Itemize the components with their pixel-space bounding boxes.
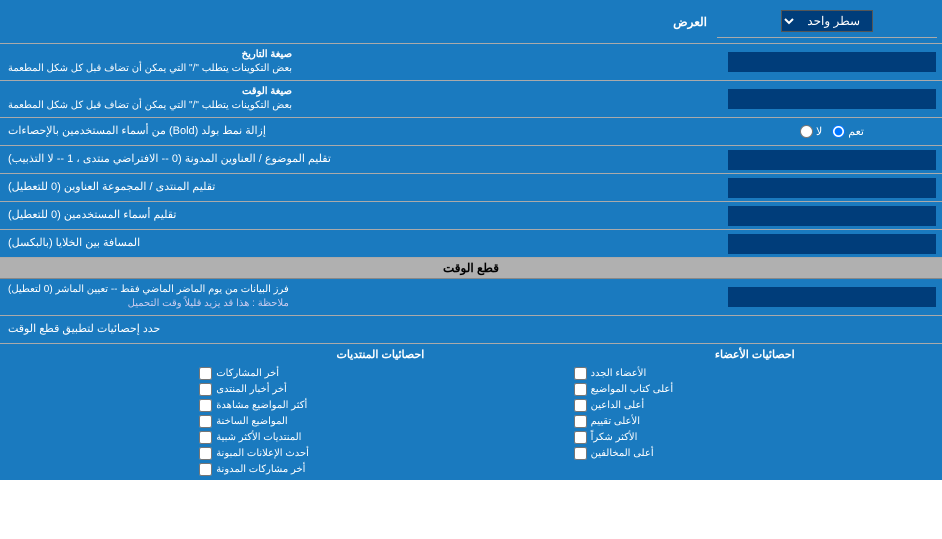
date-format-input-cell: d-m (722, 44, 942, 80)
new-members-checkbox[interactable] (574, 367, 587, 380)
radio-no-text: لا (816, 125, 822, 138)
top-violators-checkbox[interactable] (574, 447, 587, 460)
usernames-input[interactable]: 0 (728, 206, 936, 226)
most-thanks-checkbox[interactable] (574, 431, 587, 444)
blog-posts-checkbox[interactable] (199, 463, 212, 476)
time-format-label: صيغة الوقت بعض التكوينات يتطلب "/" التي … (0, 81, 722, 117)
header-row: سطر واحد سطرين ثلاثة أسطر العرض (0, 0, 942, 44)
check-latest-posts: أخر المشاركات (199, 367, 561, 380)
latest-announcements-label: أحدث الإعلانات المبونة (216, 448, 309, 459)
radio-no[interactable] (800, 125, 813, 138)
check-most-viewed: أكثر المواضيع مشاهدة (199, 399, 561, 412)
cell-spacing-input-cell: 2 (722, 230, 942, 257)
cutoff-row: 0 فرز البيانات من يوم الماضر الماضي فقط … (0, 279, 942, 316)
time-format-sublabel: بعض التكوينات يتطلب "/" التي يمكن أن تضا… (8, 99, 292, 113)
col-members-stats: احصائيات الأعضاء الأعضاء الجدد أعلى كتاب… (568, 348, 942, 476)
cutoff-section-title: قطع الوقت (0, 258, 942, 279)
top-rated-checkbox[interactable] (574, 415, 587, 428)
bold-radio-input-cell: تعم لا (722, 118, 942, 145)
cutoff-note: ملاحظة : هذا قد يزيد قليلاً وقت التحميل (8, 297, 289, 311)
col2-title: احصائيات الأعضاء (574, 348, 936, 361)
most-similar-label: المنتديات الأكثر شبية (216, 432, 301, 443)
forum-titles-label: تقليم المنتدى / المجموعة العناوين (0 للت… (0, 174, 722, 201)
cutoff-input[interactable]: 0 (728, 287, 936, 307)
check-latest-announcements: أحدث الإعلانات المبونة (199, 447, 561, 460)
header-title: العرض (5, 15, 717, 29)
cutoff-input-cell: 0 (722, 279, 942, 315)
cutoff-main-label: فرز البيانات من يوم الماضر الماضي فقط --… (8, 283, 289, 297)
col-forum-stats: احصائيات المنتديات أخر المشاركات أخر أخب… (193, 348, 567, 476)
date-format-input[interactable]: d-m (728, 52, 936, 72)
check-top-topic-writers: أعلى كتاب المواضيع (574, 383, 936, 396)
date-format-label: صيغة التاريخ بعض التكوينات يتطلب "/" الت… (0, 44, 722, 80)
date-format-row: d-m صيغة التاريخ بعض التكوينات يتطلب "/"… (0, 44, 942, 81)
cell-spacing-label: المسافة بين الخلايا (بالبكسل) (0, 230, 722, 257)
top-rated-label: الأعلى تقييم (591, 416, 640, 427)
blog-posts-label: أخر مشاركات المدونة (216, 464, 305, 475)
bold-label: إزالة نمط بولد (Bold) من أسماء المستخدمي… (0, 118, 722, 145)
top-inviters-label: أعلى الداعين (591, 400, 645, 411)
check-top-violators: أعلى المخالفين (574, 447, 936, 460)
check-most-similar: المنتديات الأكثر شبية (199, 431, 561, 444)
forum-news-label: أخر أخبار المنتدى (216, 384, 287, 395)
usernames-label: تقليم أسماء المستخدمين (0 للتعطيل) (0, 202, 722, 229)
checkboxes-area: احصائيات الأعضاء الأعضاء الجدد أعلى كتاب… (0, 344, 942, 480)
cell-spacing-input[interactable]: 2 (728, 234, 936, 254)
usernames-input-cell: 0 (722, 202, 942, 229)
radio-yes-label[interactable]: تعم (832, 125, 864, 138)
stats-limit-label: حدد إحصائيات لتطبيق قطع الوقت (0, 316, 722, 343)
bold-radio-row: تعم لا إزالة نمط بولد (Bold) من أسماء ال… (0, 118, 942, 146)
check-top-rated: الأعلى تقييم (574, 415, 936, 428)
topics-titles-label: تقليم الموضوع / العناوين المدونة (0 -- ا… (0, 146, 722, 173)
latest-announcements-checkbox[interactable] (199, 447, 212, 460)
date-format-sublabel: بعض التكوينات يتطلب "/" التي يمكن أن تضا… (8, 62, 292, 76)
usernames-row: 0 تقليم أسماء المستخدمين (0 للتعطيل) (0, 202, 942, 230)
most-viewed-label: أكثر المواضيع مشاهدة (216, 400, 307, 411)
topics-titles-row: 33 تقليم الموضوع / العناوين المدونة (0 -… (0, 146, 942, 174)
time-format-input[interactable]: H:i (728, 89, 936, 109)
col1-title: احصائيات المنتديات (199, 348, 561, 361)
hot-topics-label: المواضيع الساخنة (216, 416, 288, 427)
check-hot-topics: المواضيع الساخنة (199, 415, 561, 428)
time-format-input-cell: H:i (722, 81, 942, 117)
stats-limit-empty-cell (722, 316, 942, 343)
most-similar-checkbox[interactable] (199, 431, 212, 444)
forum-titles-input[interactable]: 33 (728, 178, 936, 198)
time-format-row: H:i صيغة الوقت بعض التكوينات يتطلب "/" ا… (0, 81, 942, 118)
forum-news-checkbox[interactable] (199, 383, 212, 396)
topics-titles-input[interactable]: 33 (728, 150, 936, 170)
top-topic-writers-checkbox[interactable] (574, 383, 587, 396)
header-select-area: سطر واحد سطرين ثلاثة أسطر (717, 5, 937, 38)
radio-yes[interactable] (832, 125, 845, 138)
most-viewed-checkbox[interactable] (199, 399, 212, 412)
check-forum-news: أخر أخبار المنتدى (199, 383, 561, 396)
check-new-members: الأعضاء الجدد (574, 367, 936, 380)
date-format-title: صيغة التاريخ (8, 48, 292, 62)
latest-posts-label: أخر المشاركات (216, 368, 279, 379)
col-placeholder (0, 348, 193, 476)
main-container: سطر واحد سطرين ثلاثة أسطر العرض d-m صيغة… (0, 0, 942, 480)
top-violators-label: أعلى المخالفين (591, 448, 654, 459)
check-blog-posts: أخر مشاركات المدونة (199, 463, 561, 476)
hot-topics-checkbox[interactable] (199, 415, 212, 428)
time-format-title: صيغة الوقت (8, 85, 292, 99)
forum-titles-row: 33 تقليم المنتدى / المجموعة العناوين (0 … (0, 174, 942, 202)
display-select[interactable]: سطر واحد سطرين ثلاثة أسطر (781, 10, 873, 32)
stats-limit-row: حدد إحصائيات لتطبيق قطع الوقت (0, 316, 942, 344)
new-members-label: الأعضاء الجدد (591, 368, 647, 379)
topics-titles-input-cell: 33 (722, 146, 942, 173)
radio-no-label[interactable]: لا (800, 125, 822, 138)
cutoff-label: فرز البيانات من يوم الماضر الماضي فقط --… (0, 279, 722, 315)
forum-titles-input-cell: 33 (722, 174, 942, 201)
cell-spacing-row: 2 المسافة بين الخلايا (بالبكسل) (0, 230, 942, 258)
most-thanks-label: الأكثر شكراً (591, 432, 638, 443)
radio-yes-text: تعم (848, 125, 864, 138)
latest-posts-checkbox[interactable] (199, 367, 212, 380)
check-top-inviters: أعلى الداعين (574, 399, 936, 412)
check-most-thanks: الأكثر شكراً (574, 431, 936, 444)
top-topic-writers-label: أعلى كتاب المواضيع (591, 384, 674, 395)
top-inviters-checkbox[interactable] (574, 399, 587, 412)
